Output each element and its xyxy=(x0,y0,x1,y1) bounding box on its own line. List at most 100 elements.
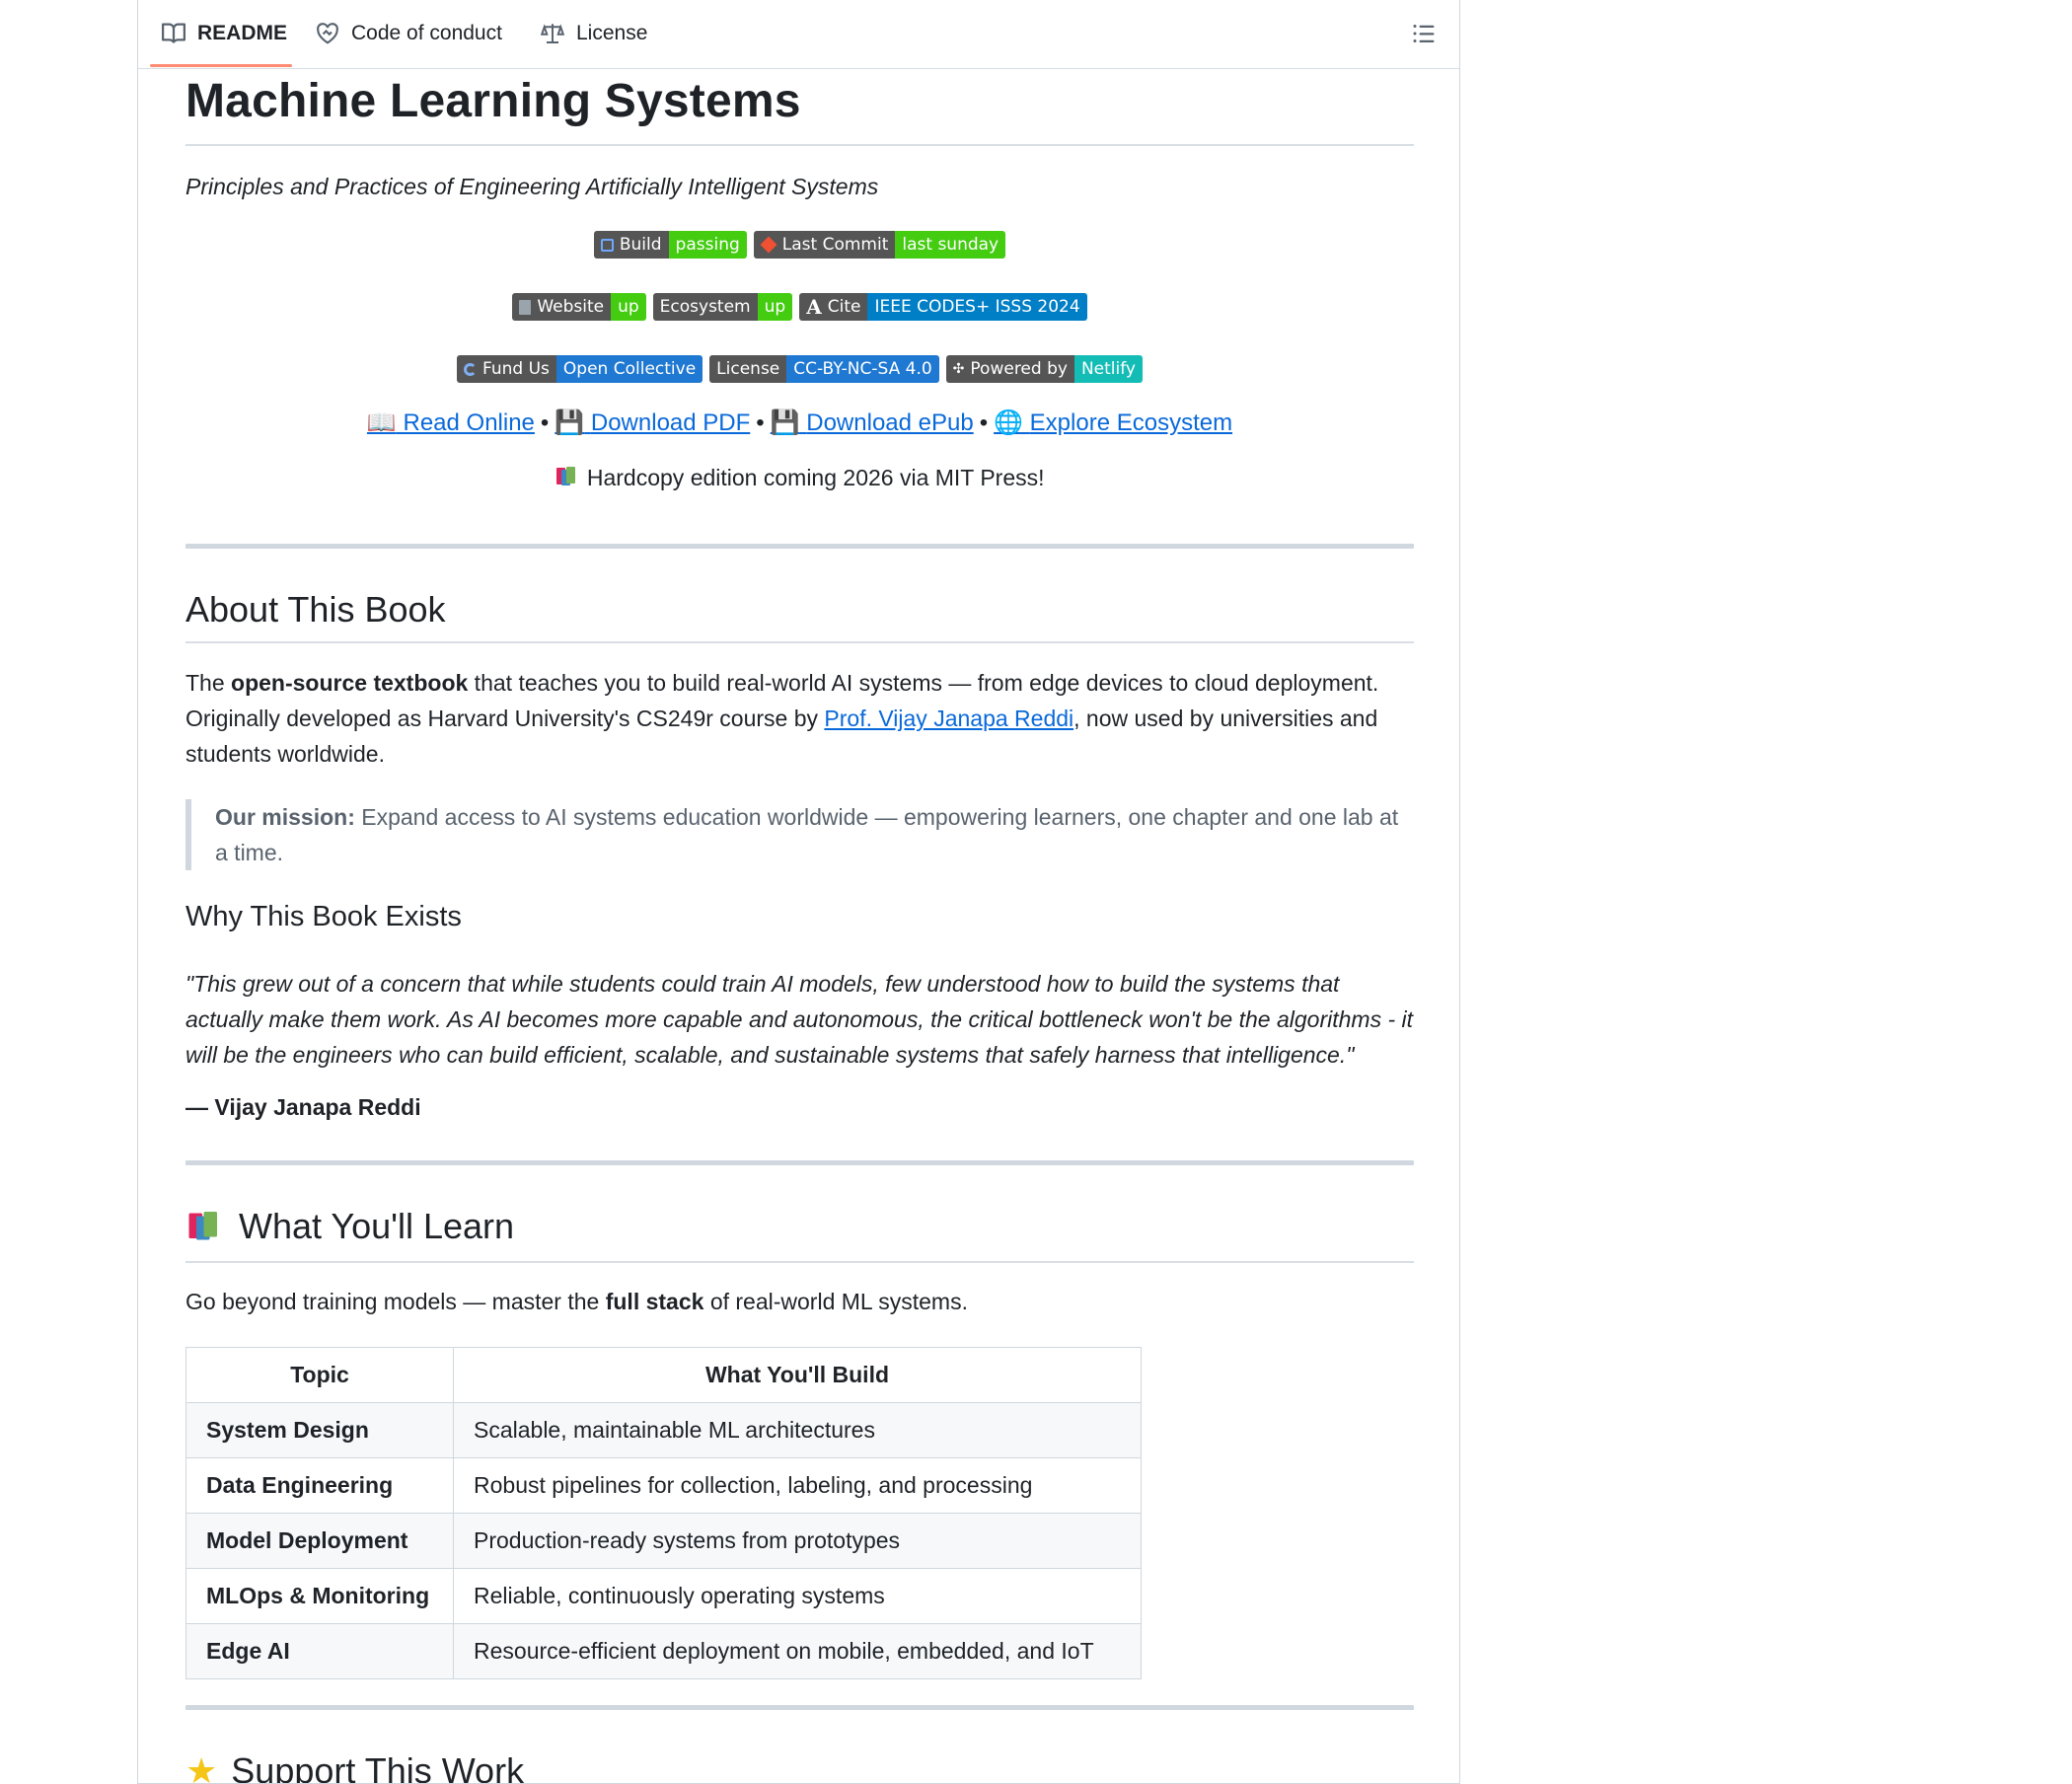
readme-tab-bar: README Code of conduct License xyxy=(138,0,1459,69)
tab-license[interactable]: License xyxy=(541,18,647,49)
book-icon xyxy=(519,299,532,315)
author-quote: "This grew out of a concern that while s… xyxy=(185,971,1414,1068)
star-icon: ★ xyxy=(185,1750,218,1784)
topic-cell: Model Deployment xyxy=(185,1513,454,1569)
table-row: Edge AI Resource-efficient deployment on … xyxy=(185,1623,1142,1679)
badge-row-2: Website up Ecosystem up A Cite IEEE CODES… xyxy=(185,293,1414,321)
page-title: Machine Learning Systems xyxy=(185,75,801,127)
tab-readme[interactable]: README xyxy=(162,18,287,49)
fund-us-badge-value: Open Collective xyxy=(555,355,703,383)
about-text-1: The xyxy=(185,670,232,696)
last-commit-badge[interactable]: Last Commit last sunday xyxy=(753,231,1006,259)
support-heading-text: Support This Work xyxy=(231,1750,525,1784)
table-header-row: Topic What You'll Build xyxy=(185,1347,1142,1403)
download-pdf-link[interactable]: 💾 Download PDF xyxy=(555,409,750,436)
mission-label: Our mission: xyxy=(215,804,355,830)
table-row: System Design Scalable, maintainable ML a… xyxy=(185,1402,1142,1458)
learn-heading-divider xyxy=(185,1261,1414,1263)
globe-icon: 🌐 xyxy=(994,409,1023,436)
cite-badge-value: IEEE CODES+ ISSS 2024 xyxy=(867,293,1087,321)
outline-button[interactable] xyxy=(1410,20,1438,47)
website-badge-label: Website xyxy=(537,297,605,317)
law-scale-icon xyxy=(541,24,564,43)
git-diamond-icon xyxy=(760,236,777,254)
topic-cell: MLOps & Monitoring xyxy=(185,1568,454,1624)
download-epub-label: Download ePub xyxy=(806,409,974,436)
fund-us-badge[interactable]: Fund Us Open Collective xyxy=(457,355,703,383)
read-online-link[interactable]: 📖 Read Online xyxy=(367,409,535,436)
read-online-label: Read Online xyxy=(403,409,535,436)
build-cell: Robust pipelines for collection, labelin… xyxy=(453,1457,1142,1514)
tab-code-of-conduct[interactable]: Code of conduct xyxy=(316,18,502,49)
build-badge-label: Build xyxy=(619,235,662,255)
book-icon xyxy=(162,23,185,43)
topic-cell: Data Engineering xyxy=(185,1457,454,1514)
open-book-icon: 📖 xyxy=(366,409,397,436)
license-badge-label: License xyxy=(716,359,780,379)
build-badge[interactable]: Build passing xyxy=(593,231,747,259)
netlify-icon: ✣ xyxy=(952,361,965,377)
explore-ecosystem-link[interactable]: 🌐 Explore Ecosystem xyxy=(994,409,1232,436)
author-link[interactable]: Prof. Vijay Janapa Reddi xyxy=(824,706,1073,731)
floppy-disk-icon: 💾 xyxy=(770,409,800,436)
tab-readme-label: README xyxy=(197,22,288,44)
table-row: Model Deployment Production-ready systems… xyxy=(185,1513,1142,1569)
tab-license-label: License xyxy=(576,22,648,44)
ieee-a-icon: A xyxy=(806,295,822,319)
build-cell: Reliable, continuously operating systems xyxy=(453,1568,1142,1624)
subtitle: Principles and Practices of Engineering … xyxy=(185,174,879,199)
learn-intro-bold: full stack xyxy=(605,1289,704,1314)
why-heading: Why This Book Exists xyxy=(185,901,462,932)
books-icon xyxy=(185,1209,225,1244)
section-divider xyxy=(185,544,1414,549)
quote-attribution: — Vijay Janapa Reddi xyxy=(185,1094,421,1120)
learn-intro-1: Go beyond training models — master the xyxy=(185,1289,606,1314)
table-row: MLOps & Monitoring Reliable, continuously… xyxy=(185,1568,1142,1624)
website-badge-value: up xyxy=(611,293,646,321)
section-divider xyxy=(185,1705,1414,1710)
about-heading: About This Book xyxy=(185,589,446,630)
support-heading: ★ Support This Work xyxy=(185,1750,525,1784)
netlify-badge-label: Powered by xyxy=(970,359,1068,379)
license-badge[interactable]: License CC-BY-NC-SA 4.0 xyxy=(709,355,939,383)
ecosystem-badge-label: Ecosystem xyxy=(659,297,751,317)
quick-links: 📖 Read Online • 💾 Download PDF • 💾 Download … xyxy=(185,409,1414,437)
hardcopy-notice: Hardcopy edition coming 2026 via MIT Pre… xyxy=(185,465,1414,494)
mission-text: Expand access to AI systems education wo… xyxy=(215,804,1399,865)
link-separator: • xyxy=(540,409,550,436)
cite-badge-label: Cite xyxy=(827,297,861,317)
download-pdf-label: Download PDF xyxy=(590,409,751,436)
last-commit-badge-label: Last Commit xyxy=(781,235,889,255)
explore-ecosystem-label: Explore Ecosystem xyxy=(1029,409,1233,436)
badge-row-1: Build passing Last Commit last sunday xyxy=(185,231,1414,259)
about-text-bold: open-source textbook xyxy=(231,670,469,696)
download-epub-link[interactable]: 💾 Download ePub xyxy=(771,409,974,436)
license-badge-value: CC-BY-NC-SA 4.0 xyxy=(786,355,939,383)
learn-intro: Go beyond training models — master the f… xyxy=(185,1284,1414,1319)
topic-cell: System Design xyxy=(185,1402,454,1458)
ecosystem-badge-value: up xyxy=(757,293,793,321)
cite-badge[interactable]: A Cite IEEE CODES+ ISSS 2024 xyxy=(799,293,1087,321)
title-divider xyxy=(185,144,1414,146)
tab-code-of-conduct-label: Code of conduct xyxy=(351,22,502,44)
list-unordered-icon xyxy=(1413,25,1435,42)
fund-us-badge-label: Fund Us xyxy=(482,359,550,379)
build-cell: Scalable, maintainable ML architectures xyxy=(453,1402,1142,1458)
mission-blockquote: Our mission: Expand access to AI systems… xyxy=(185,799,1414,870)
netlify-badge-value: Netlify xyxy=(1073,355,1143,383)
hardcopy-text: Hardcopy edition coming 2026 via MIT Pre… xyxy=(586,465,1045,491)
column-header-topic: Topic xyxy=(185,1347,454,1403)
last-commit-badge-value: last sunday xyxy=(895,231,1006,259)
learn-heading-text: What You'll Learn xyxy=(239,1206,515,1246)
active-tab-indicator xyxy=(150,64,292,67)
readme-panel: README Code of conduct License Machine L… xyxy=(137,0,1460,1784)
website-badge[interactable]: Website up xyxy=(512,293,646,321)
badge-row-3: Fund Us Open Collective License CC-BY-NC… xyxy=(185,355,1414,383)
section-divider xyxy=(185,1160,1414,1165)
about-paragraph: The open-source textbook that teaches yo… xyxy=(185,665,1414,772)
netlify-badge[interactable]: ✣ Powered by Netlify xyxy=(945,355,1143,383)
ecosystem-badge[interactable]: Ecosystem up xyxy=(652,293,793,321)
link-separator: • xyxy=(979,409,989,436)
github-actions-icon xyxy=(600,238,614,252)
column-header-build: What You'll Build xyxy=(453,1347,1142,1403)
